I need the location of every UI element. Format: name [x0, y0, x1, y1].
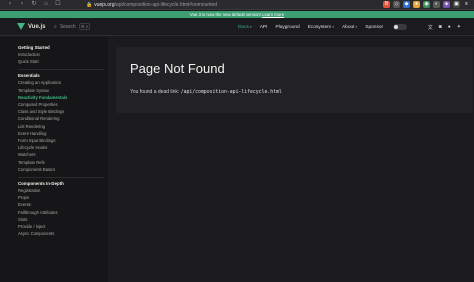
not-found-panel: Page Not Found You found a dead link: /a… — [116, 47, 473, 113]
banner-text: Vue 3 is now the new default version! — [189, 12, 263, 17]
url-host: vuejs.org — [94, 2, 115, 8]
reload-icon[interactable]: ↻ — [30, 0, 38, 9]
sidebar-item[interactable]: Form Input Bindings — [18, 137, 108, 144]
not-found-message: You found a dead link: /api/composition-… — [130, 89, 282, 95]
bookmark-icon[interactable]: ☐ — [54, 0, 62, 9]
extensions: B ◇ ◆ ● ◉ ◐ ◈ ▣ ≡ — [383, 1, 470, 8]
sidebar-item[interactable]: Template Refs — [18, 159, 108, 166]
sidebar: Getting Started Introduction Quick Start… — [0, 37, 108, 282]
sidebar-item[interactable]: Events — [18, 201, 108, 208]
page-title: Page Not Found — [130, 61, 225, 76]
search-button[interactable]: ⌕ Search ⌘ K — [54, 23, 91, 30]
banner-link[interactable]: Learn more — [262, 12, 284, 17]
translate-icon[interactable]: 文 — [428, 24, 433, 31]
sidebar-item[interactable]: Provide / inject — [18, 223, 108, 230]
lock-icon: 🔒 — [86, 2, 93, 8]
sidebar-item[interactable]: Slots — [18, 216, 108, 223]
extension-icon[interactable]: ◈ — [443, 1, 450, 8]
announcement-banner: Vue 3 is now the new default version! Le… — [0, 11, 474, 18]
top-nav: Docs▾ API Playground Ecosystem▾ About▾ S… — [238, 18, 408, 36]
address-bar[interactable]: 🔒 vuejs.org /api/composition-api-lifecyc… — [86, 1, 344, 9]
sidebar-item[interactable]: Class and Style Bindings — [18, 108, 108, 115]
extension-icon[interactable]: ◐ — [433, 1, 440, 8]
logo-text: Vue.js — [28, 23, 46, 30]
sidebar-item[interactable]: List Rendering — [18, 123, 108, 130]
site-header: Vue.js ⌕ Search ⌘ K Docs▾ API Playground… — [0, 18, 474, 36]
search-shortcut: ⌘ K — [78, 23, 91, 30]
sidebar-item[interactable]: Registration — [18, 187, 108, 194]
message-prefix: You found a dead link: — [130, 89, 181, 95]
home-icon[interactable]: ⌂ — [42, 0, 50, 9]
sidebar-item-active[interactable]: Reactivity Fundamentals — [18, 94, 108, 101]
social-links: 文 ◙ ● ✦ — [428, 24, 461, 31]
browser-nav: ‹ › ↻ ⌂ ☐ — [0, 0, 82, 9]
divider — [18, 177, 104, 179]
extension-icon[interactable]: ◉ — [423, 1, 430, 8]
main-content: Page Not Found You found a dead link: /a… — [108, 37, 474, 282]
chevron-down-icon: ▾ — [249, 24, 252, 29]
extension-icon[interactable]: ● — [413, 1, 420, 8]
nav-playground[interactable]: Playground — [275, 25, 299, 30]
nav-docs[interactable]: Docs▾ — [238, 25, 252, 30]
search-label: Search — [59, 23, 76, 30]
back-icon[interactable]: ‹ — [6, 0, 14, 9]
url-path: /api/composition-api-lifecycle.html#onmo… — [114, 2, 218, 8]
sidebar-item[interactable]: Conditional Rendering — [18, 115, 108, 122]
sidebar-item[interactable]: Async Components — [18, 230, 108, 237]
sidebar-item[interactable]: Creating an Application — [18, 79, 108, 86]
nav-sponsor[interactable]: Sponsor — [365, 25, 383, 30]
dead-link: /api/composition-api-lifecycle.html — [180, 90, 282, 95]
forward-icon[interactable]: › — [18, 0, 26, 9]
theme-toggle[interactable] — [393, 24, 408, 30]
nav-api[interactable]: API — [260, 25, 268, 30]
browser-toolbar: ‹ › ↻ ⌂ ☐ 🔒 vuejs.org /api/composition-a… — [0, 0, 474, 10]
sidebar-item[interactable]: Quick Start — [18, 58, 108, 65]
twitter-icon[interactable]: ✦ — [457, 24, 461, 31]
sidebar-item[interactable]: Computed Properties — [18, 101, 108, 108]
github-icon[interactable]: ● — [448, 24, 451, 31]
sidebar-item[interactable]: Components Basics — [18, 166, 108, 173]
chevron-down-icon: ▾ — [355, 24, 358, 29]
extension-icon[interactable]: ◇ — [393, 1, 400, 8]
vue-logo-icon — [17, 23, 25, 30]
sidebar-item[interactable]: Props — [18, 194, 108, 201]
extension-icon[interactable]: ◆ — [403, 1, 410, 8]
divider — [18, 69, 104, 71]
discord-icon[interactable]: ◙ — [439, 24, 442, 31]
sidebar-item[interactable]: Template Syntax — [18, 87, 108, 94]
extension-icon[interactable]: ▣ — [453, 1, 460, 8]
menu-icon[interactable]: ≡ — [463, 1, 470, 8]
sidebar-item[interactable]: Introduction — [18, 51, 108, 58]
brave-shield-icon[interactable]: B — [383, 1, 390, 8]
sidebar-item[interactable]: Lifecycle Hooks — [18, 144, 108, 151]
nav-ecosystem[interactable]: Ecosystem▾ — [308, 25, 334, 30]
sidebar-item[interactable]: Fallthrough Attributes — [18, 209, 108, 216]
chevron-down-icon: ▾ — [332, 24, 334, 29]
search-icon: ⌕ — [54, 23, 57, 30]
sidebar-item[interactable]: Event Handling — [18, 130, 108, 137]
sidebar-item[interactable]: Watchers — [18, 151, 108, 158]
nav-about[interactable]: About▾ — [342, 25, 357, 30]
logo[interactable]: Vue.js — [17, 23, 45, 30]
